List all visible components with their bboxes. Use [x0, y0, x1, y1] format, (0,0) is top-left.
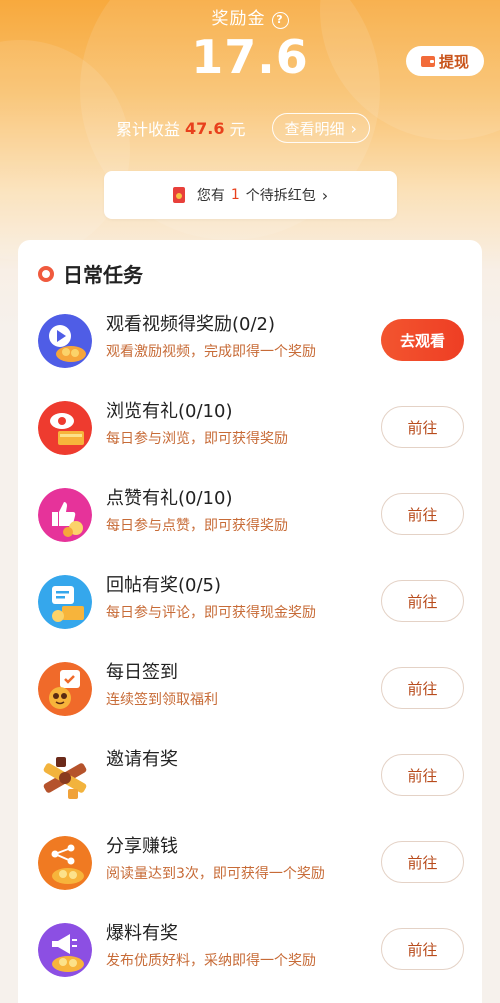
calendar-checkin-icon	[38, 662, 92, 716]
go-button[interactable]: 前往	[381, 754, 464, 796]
wallet-icon	[420, 55, 435, 67]
task-desc: 每日参与点赞，即可获得奖励	[106, 518, 288, 534]
task-desc: 每日参与浏览，即可获得奖励	[106, 431, 288, 447]
red-packet-suffix: 个待拆红包	[245, 188, 316, 204]
go-button[interactable]: 前往	[381, 406, 464, 448]
task-desc: 每日参与评论，即可获得现金奖励	[106, 605, 316, 621]
view-details-button[interactable]: 查看明细 ›	[271, 113, 370, 143]
task-name: 观看视频得奖励(0/2)	[106, 314, 276, 335]
red-packet-prefix: 您有	[196, 188, 225, 204]
reward-title: 奖励金?	[0, 4, 500, 29]
go-button[interactable]: 前往	[381, 580, 464, 622]
task-row-tip-off: 爆料有奖 发布优质好料，采纳即得一个奖励 前往	[18, 907, 482, 993]
withdraw-label: 提现	[438, 52, 469, 71]
task-row-like: 点赞有礼(0/10) 每日参与点赞，即可获得奖励 前往	[18, 472, 482, 558]
task-name: 分享赚钱	[106, 836, 178, 857]
task-name: 爆料有奖	[106, 923, 178, 944]
task-row-reply: 回帖有奖(0/5) 每日参与评论，即可获得现金奖励 前往	[18, 559, 482, 645]
task-name: 点赞有礼(0/10)	[106, 488, 233, 509]
video-play-icon	[38, 314, 92, 368]
megaphone-icon	[38, 923, 92, 977]
browse-eye-icon	[38, 401, 92, 455]
help-icon[interactable]: ?	[271, 12, 289, 29]
cumulative-label: 累计收益	[116, 120, 181, 139]
red-packet-banner[interactable]: 您有 1 个待拆红包 ›	[104, 171, 397, 219]
section-title-text: 日常任务	[63, 263, 143, 287]
task-row-invite: 邀请有奖 前往	[18, 733, 482, 819]
section-dot-icon	[38, 265, 54, 282]
task-desc: 阅读量达到3次，即可获得一个奖励	[106, 866, 325, 882]
go-button[interactable]: 前往	[381, 841, 464, 883]
thumbs-up-icon	[38, 488, 92, 542]
task-row-checkin: 每日签到 连续签到领取福利 前往	[18, 646, 482, 732]
withdraw-button[interactable]: 提现	[406, 46, 484, 76]
share-icon	[38, 836, 92, 890]
watch-button[interactable]: 去观看	[381, 319, 464, 361]
reward-title-text: 奖励金	[211, 9, 266, 29]
view-details-label: 查看明细	[284, 119, 345, 138]
task-name: 每日签到	[106, 662, 178, 683]
invite-handshake-icon	[38, 749, 92, 803]
task-desc: 连续签到领取福利	[106, 692, 218, 708]
cumulative-unit: 元	[229, 120, 246, 139]
red-packet-count: 1	[230, 187, 240, 203]
task-desc: 发布优质好料，采纳即得一个奖励	[106, 953, 316, 969]
task-name: 邀请有奖	[106, 749, 178, 770]
red-packet-icon	[172, 187, 185, 203]
go-button[interactable]: 前往	[381, 667, 464, 709]
task-name: 浏览有礼(0/10)	[106, 401, 233, 422]
cumulative-earnings: 累计收益 47.6 元 查看明细 ›	[116, 112, 370, 144]
task-row-watch-video: 观看视频得奖励(0/2) 观看激励视频，完成即得一个奖励 去观看	[18, 298, 482, 384]
task-row-browse: 浏览有礼(0/10) 每日参与浏览，即可获得奖励 前往	[18, 385, 482, 471]
task-desc: 观看激励视频，完成即得一个奖励	[106, 344, 316, 360]
task-name: 回帖有奖(0/5)	[106, 575, 222, 596]
cumulative-value: 47.6	[185, 118, 225, 138]
comment-icon	[38, 575, 92, 629]
daily-tasks-card: 日常任务 观看视频得奖励(0/2) 观看激励视频，完成即得一个奖励 去观看 浏览…	[18, 240, 482, 1003]
task-row-share: 分享赚钱 阅读量达到3次，即可获得一个奖励 前往	[18, 820, 482, 906]
section-title: 日常任务	[38, 259, 143, 288]
chevron-right-icon: ›	[350, 118, 357, 138]
chevron-right-icon: ›	[321, 185, 329, 205]
go-button[interactable]: 前往	[381, 493, 464, 535]
go-button[interactable]: 前往	[381, 928, 464, 970]
